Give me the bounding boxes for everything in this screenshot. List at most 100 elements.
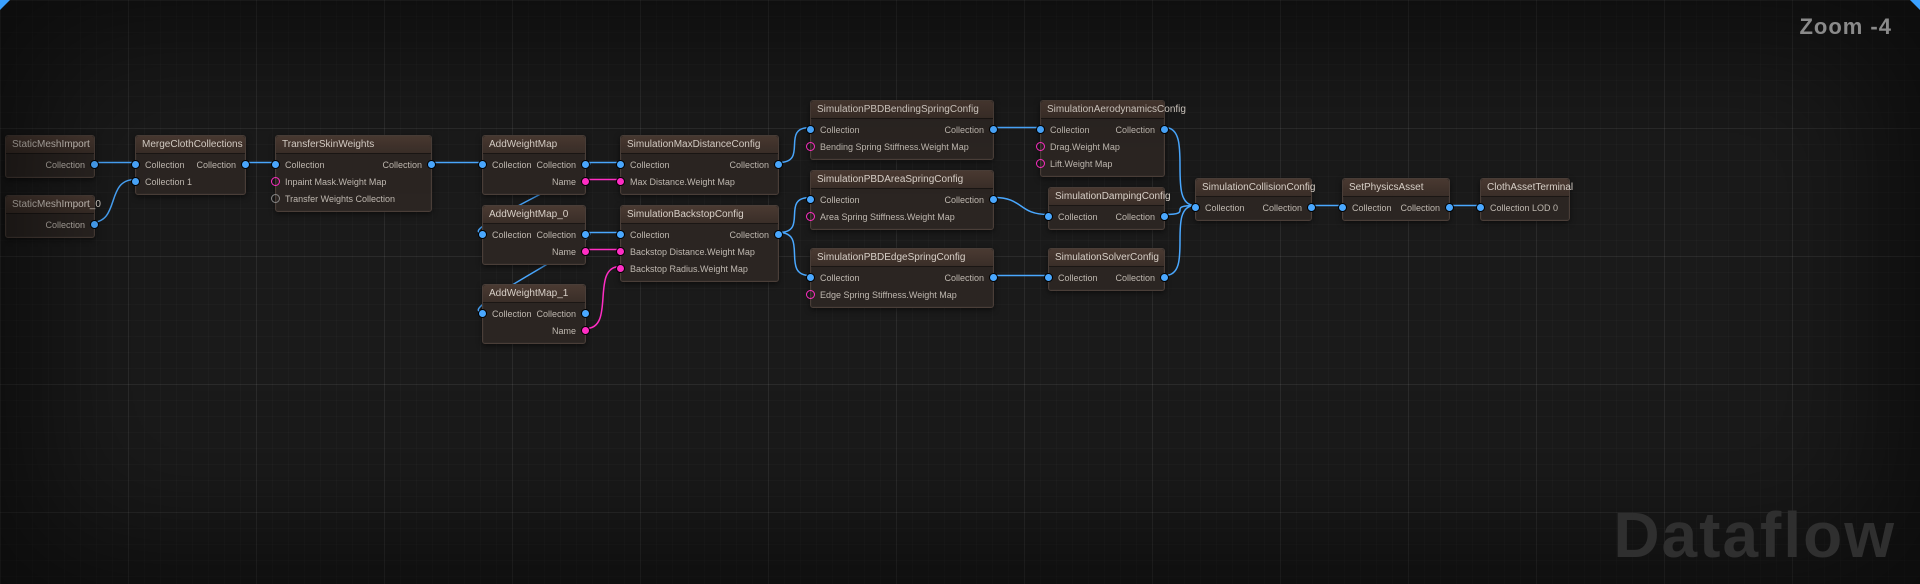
input-pin[interactable] <box>271 194 280 203</box>
input-pin[interactable] <box>1036 159 1045 168</box>
node-title[interactable]: ClothAssetTerminal <box>1481 179 1569 197</box>
output-label: Collection <box>729 160 769 170</box>
input-pin[interactable] <box>616 247 625 256</box>
input-pin[interactable] <box>806 290 815 299</box>
node-awm1[interactable]: AddWeightMap_1CollectionCollectionName <box>482 284 586 344</box>
input-pin[interactable] <box>1476 203 1485 212</box>
output-pin[interactable] <box>1160 125 1169 134</box>
input-pin[interactable] <box>806 273 815 282</box>
output-label: Collection <box>729 230 769 240</box>
node-awm0[interactable]: AddWeightMap_0CollectionCollectionName <box>482 205 586 265</box>
output-pin[interactable] <box>581 177 590 186</box>
output-pin[interactable] <box>1160 212 1169 221</box>
node-damp[interactable]: SimulationDampingConfig CollectionCollect… <box>1048 187 1165 230</box>
input-pin[interactable] <box>271 177 280 186</box>
node-awm[interactable]: AddWeightMapCollectionCollectionName <box>482 135 586 195</box>
output-pin[interactable] <box>581 326 590 335</box>
node-title[interactable]: TransferSkinWeights <box>276 136 431 154</box>
node-smi0[interactable]: StaticMeshImport_0Collection <box>5 195 95 238</box>
input-pin[interactable] <box>616 230 625 239</box>
node-edge[interactable]: SimulationPBDEdgeSpringConfigCollectionC… <box>810 248 994 308</box>
node-area[interactable]: SimulationPBDAreaSpringConfigCollectionC… <box>810 170 994 230</box>
output-pin[interactable] <box>581 247 590 256</box>
input-pin[interactable] <box>478 309 487 318</box>
node-title[interactable]: SimulationAerodynamicsConfig <box>1041 101 1164 119</box>
node-title[interactable]: AddWeightMap_0 <box>483 206 585 224</box>
node-title[interactable]: AddWeightMap_1 <box>483 285 585 303</box>
node-aero[interactable]: SimulationAerodynamicsConfigCollectionCo… <box>1040 100 1165 177</box>
input-pin[interactable] <box>1338 203 1347 212</box>
output-pin[interactable] <box>1445 203 1454 212</box>
output-label: Name <box>552 247 576 257</box>
output-pin[interactable] <box>774 160 783 169</box>
node-port-row: Edge Spring Stiffness.Weight Map <box>811 286 993 303</box>
output-label: Collection <box>944 273 984 283</box>
input-pin[interactable] <box>616 264 625 273</box>
output-pin[interactable] <box>1307 203 1316 212</box>
input-pin[interactable] <box>131 160 140 169</box>
node-phys[interactable]: SetPhysicsAssetCollectionCollection <box>1342 178 1450 221</box>
input-pin[interactable] <box>1036 125 1045 134</box>
input-pin[interactable] <box>271 160 280 169</box>
node-port-row: CollectionCollection <box>1049 208 1164 225</box>
node-title[interactable]: SimulationPBDAreaSpringConfig <box>811 171 993 189</box>
input-pin[interactable] <box>1191 203 1200 212</box>
input-pin[interactable] <box>806 142 815 151</box>
input-pin[interactable] <box>1036 142 1045 151</box>
node-title[interactable]: SimulationBackstopConfig <box>621 206 778 224</box>
output-pin[interactable] <box>427 160 436 169</box>
input-pin[interactable] <box>806 125 815 134</box>
input-pin[interactable] <box>616 177 625 186</box>
output-label: Name <box>552 177 576 187</box>
output-pin[interactable] <box>989 195 998 204</box>
input-pin[interactable] <box>478 230 487 239</box>
output-pin[interactable] <box>581 230 590 239</box>
node-title[interactable]: SimulationMaxDistanceConfig <box>621 136 778 154</box>
input-pin[interactable] <box>478 160 487 169</box>
node-title[interactable]: MergeClothCollections <box>136 136 245 154</box>
output-pin[interactable] <box>989 125 998 134</box>
output-pin[interactable] <box>581 160 590 169</box>
output-pin[interactable] <box>241 160 250 169</box>
node-title[interactable]: StaticMeshImport <box>6 136 94 154</box>
input-label: Collection <box>145 160 185 170</box>
node-solv[interactable]: SimulationSolverConfigCollectionCollecti… <box>1048 248 1165 291</box>
node-maxd[interactable]: SimulationMaxDistanceConfigCollectionCol… <box>620 135 779 195</box>
output-pin[interactable] <box>1160 273 1169 282</box>
node-back[interactable]: SimulationBackstopConfigCollectionCollec… <box>620 205 779 282</box>
node-title[interactable]: SimulationSolverConfig <box>1049 249 1164 267</box>
output-label: Name <box>552 326 576 336</box>
node-bend[interactable]: SimulationPBDBendingSpringConfigCollecti… <box>810 100 994 160</box>
node-title[interactable]: StaticMeshImport_0 <box>6 196 94 214</box>
output-pin[interactable] <box>90 220 99 229</box>
input-label: Backstop Radius.Weight Map <box>630 264 748 274</box>
node-port-row: Lift.Weight Map <box>1041 155 1164 172</box>
node-port-row: Area Spring Stiffness.Weight Map <box>811 208 993 225</box>
node-title[interactable]: SimulationPBDBendingSpringConfig <box>811 101 993 119</box>
node-title[interactable]: SimulationDampingConfig <box>1049 188 1164 206</box>
input-pin[interactable] <box>806 195 815 204</box>
output-label: Collection <box>536 309 576 319</box>
node-port-row: CollectionCollection <box>1196 199 1311 216</box>
node-title[interactable]: SetPhysicsAsset <box>1343 179 1449 197</box>
input-pin[interactable] <box>616 160 625 169</box>
output-pin[interactable] <box>90 160 99 169</box>
node-tsw[interactable]: TransferSkinWeightsCollectionCollectionI… <box>275 135 432 212</box>
output-pin[interactable] <box>989 273 998 282</box>
output-pin[interactable] <box>581 309 590 318</box>
input-pin[interactable] <box>1044 273 1053 282</box>
node-smi[interactable]: StaticMeshImport Collection <box>5 135 95 178</box>
node-title[interactable]: SimulationCollisionConfig <box>1196 179 1311 197</box>
output-label: Collection <box>382 160 422 170</box>
node-term[interactable]: ClothAssetTerminalCollection LOD 0 <box>1480 178 1570 221</box>
node-merge[interactable]: MergeClothCollectionsCollectionCollectio… <box>135 135 246 195</box>
output-pin[interactable] <box>774 230 783 239</box>
input-pin[interactable] <box>131 177 140 186</box>
node-coll[interactable]: SimulationCollisionConfig CollectionColle… <box>1195 178 1312 221</box>
input-pin[interactable] <box>806 212 815 221</box>
node-title[interactable]: SimulationPBDEdgeSpringConfig <box>811 249 993 267</box>
selection-corner-tl <box>0 0 10 10</box>
input-pin[interactable] <box>1044 212 1053 221</box>
node-port-row: Collection <box>6 156 94 173</box>
node-title[interactable]: AddWeightMap <box>483 136 585 154</box>
